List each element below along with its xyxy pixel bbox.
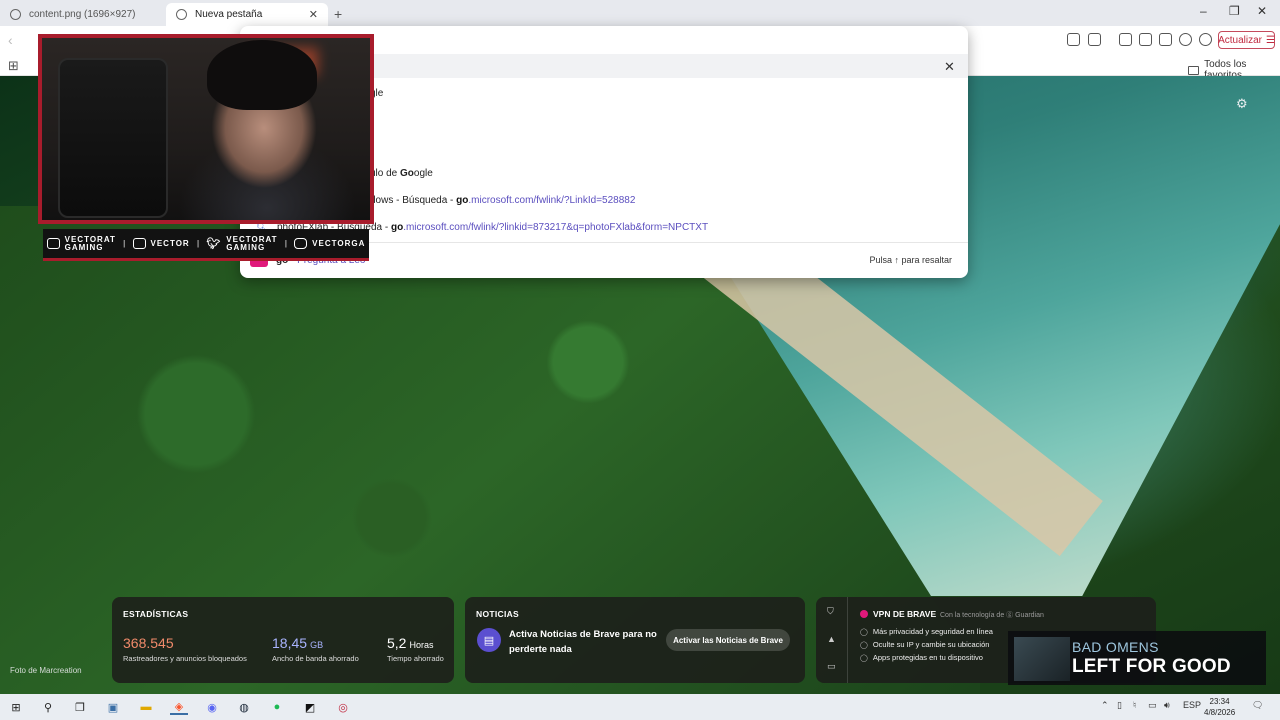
now-playing-artist: BAD OMENS [1072,639,1159,655]
stats-title: ESTADÍSTICAS [123,609,189,619]
highlight-hint: Pulsa ↑ para resaltar [869,255,952,265]
language-indicator[interactable]: ESP [1183,700,1201,710]
apps-grid-icon[interactable]: ⊞ [8,58,19,74]
youtube-icon [46,238,60,249]
tab-strip: content.png (1696×927) Nueva pestaña ✕ +… [0,0,1280,26]
twitter-icon: 🐦︎ [206,237,222,250]
news-icon: ▤ [477,628,501,652]
photo-credit[interactable]: Foto de Marcreation [10,666,82,675]
divider: | [196,239,200,248]
streamer-hair [207,40,317,110]
stat-bandwidth: 18,45 GB Ancho de banda ahorrado [272,635,359,663]
tab-title: content.png (1696×927) [29,9,136,20]
suggestion-item[interactable]: ulo de Google [370,168,433,179]
globe-icon [10,9,21,20]
start-icon[interactable]: ⊞ [7,699,25,715]
news-description: Activa Noticias de Brave para no perdert… [509,629,657,655]
menu-icon: ☰ [1265,34,1275,46]
notifications-icon[interactable]: 🗨︎ [1252,700,1263,711]
tray-chevron-icon[interactable]: ⌃ [1101,700,1109,711]
divider: | [284,239,287,248]
now-playing-overlay: BAD OMENS LEFT FOR GOOD [1008,631,1266,685]
update-label: Actualizar [1218,34,1262,46]
volume-icon[interactable]: 🔊︎ [1164,700,1170,711]
restore-button[interactable]: ❐ [1229,4,1240,18]
obs-icon[interactable]: ◎ [334,699,352,715]
now-playing-song: LEFT FOR GOOD [1072,656,1231,677]
new-tab-button[interactable]: + [334,6,342,22]
microphone-icon[interactable]: ♮ [1133,700,1136,711]
webcam-overlay [38,34,374,224]
close-window-button[interactable]: ✕ [1257,4,1267,18]
social-twitch: VECTOR [132,238,190,249]
album-art [1014,637,1070,681]
enable-news-button[interactable]: Activar las Noticias de Brave [666,629,790,651]
tab-content-png[interactable]: content.png (1696×927) [0,3,166,26]
windows-taskbar: ⊞ ⚲ ❐ ▣ ▬ ◈ ◉ ◍ ● ◩ ◎ ⌃ ▯ ♮ ▭ 🔊︎ ESP 23:… [0,694,1280,720]
suggestion-item[interactable]: dows - Búsqueda - go.microsoft.com/fwlin… [370,195,635,206]
twitch-icon [132,238,146,249]
widget-switcher: ⛉ ▲ ▭ [816,597,848,683]
vpn-feature: ◯ Apps protegidas en tu dispositivo [860,653,983,662]
social-handles-bar: VECTORAT GAMING | VECTOR | 🐦︎ VECTORAT GAM… [43,229,369,261]
vpn-feature: ◯ Oculte su IP y cambie su ubicación [860,640,990,649]
download-icon[interactable] [1119,33,1132,46]
check-icon: ◯ [860,628,868,636]
search-icon[interactable]: ⚲ [39,699,57,715]
steam-icon[interactable]: ◍ [235,699,253,715]
rewards-icon[interactable]: ▲ [827,634,836,644]
gaming-chair [58,58,168,218]
spotify-icon[interactable]: ● [268,699,286,715]
brave-shield-icon [176,9,187,20]
vpn-feature: ◯ Más privacidad y seguridad en línea [860,627,993,636]
vpn-powered-by: Con la tecnología de ⓖ Guardian [940,612,1044,619]
explorer-icon[interactable]: ▣ [104,699,122,715]
discord-icon[interactable]: ◉ [203,699,221,715]
tray-icon[interactable]: ▯ [1117,700,1122,711]
back-button[interactable]: ‹ [8,32,13,48]
news-widget: NOTICIAS ▤ Activa Noticias de Brave para… [465,597,805,683]
vpn-logo-icon [860,610,868,618]
tab-title: Nueva pestaña [195,9,263,20]
check-icon: ◯ [860,654,868,662]
vpn-shield-icon[interactable]: ⛉ [827,606,834,617]
app-icon[interactable]: ◩ [301,699,319,715]
divider: | [123,239,126,248]
stat-trackers: 368.545 Rastreadores y anuncios bloquead… [123,635,247,663]
wallet-icon[interactable] [1159,33,1172,46]
news-title: NOTICIAS [476,609,520,619]
folder-icon[interactable]: ▬ [137,699,155,715]
minimize-button[interactable]: – [1200,4,1207,18]
brave-icon[interactable]: ◈ [170,699,188,715]
social-youtube: VECTORAT GAMING [46,235,116,252]
sidebar-icon[interactable] [1139,33,1152,46]
check-icon: ◯ [860,641,868,649]
close-tab-icon[interactable]: ✕ [309,8,318,21]
vpn-title: VPN DE BRAVE [860,609,936,619]
social-twitter: 🐦︎ VECTORAT GAMING [206,234,278,252]
stat-time: 5,2 Horas Tiempo ahorrado [387,635,444,663]
folder-icon [1188,65,1200,75]
update-button[interactable]: Actualizar ☰ [1218,31,1275,49]
social-instagram: VECTORGA [294,238,365,249]
task-view-icon[interactable]: ❐ [71,699,89,715]
vpn-icon[interactable] [1199,33,1212,46]
instagram-icon [294,238,308,249]
extensions-icon[interactable] [1067,33,1080,46]
stats-widget[interactable]: ESTADÍSTICAS 368.545 Rastreadores y anun… [112,597,454,683]
talk-icon[interactable]: ▭ [827,661,836,672]
gear-icon[interactable]: ⚙ [1236,96,1248,112]
leo-ai-icon[interactable] [1179,33,1192,46]
tab-new-tab[interactable]: Nueva pestaña ✕ [166,3,328,26]
network-icon[interactable]: ▭ [1148,700,1157,711]
reader-icon[interactable] [1088,33,1101,46]
close-icon[interactable]: ✕ [944,59,955,75]
clock[interactable]: 23:34 4/8/2026 [1204,696,1235,718]
